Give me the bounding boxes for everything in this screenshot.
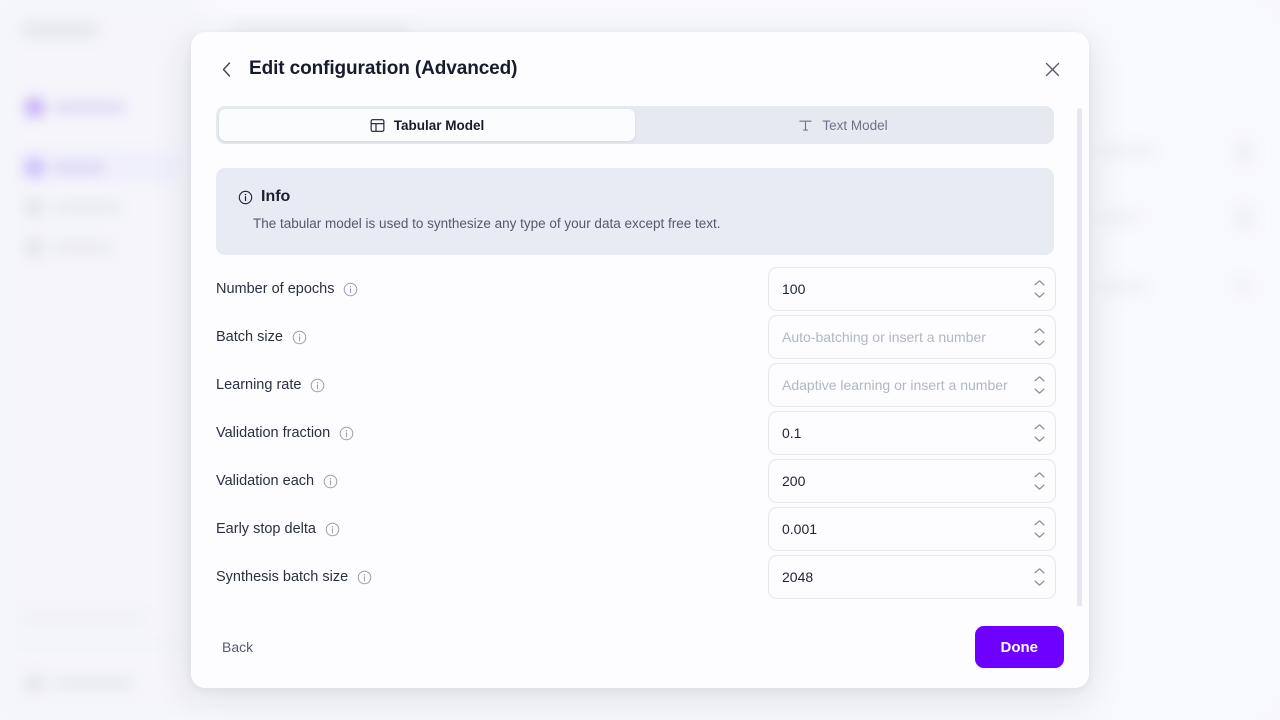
number-stepper [1034,472,1045,491]
stepper-down-icon[interactable] [1034,532,1045,539]
info-circle-icon[interactable] [357,570,372,585]
tab-tabular-model[interactable]: Tabular Model [219,109,635,141]
field-label: Number of epochs [216,281,335,297]
field-label-row: Validation each [216,473,768,489]
form-row-batch-size: Batch size [216,313,1064,361]
table-icon [370,118,385,133]
field-label: Validation each [216,473,315,489]
form-row-synthesis-batch-size: Synthesis batch size [216,553,1064,601]
info-circle-icon[interactable] [323,474,338,489]
synthesis-batch-size-input[interactable] [768,555,1056,599]
form-row-early-stop-delta: Early stop delta [216,505,1064,553]
info-banner: Info The tabular model is used to synthe… [216,168,1054,255]
text-type-icon [798,118,813,133]
field-label: Validation fraction [216,425,331,441]
number-stepper [1034,280,1045,299]
number-stepper [1034,376,1045,395]
info-circle-icon[interactable] [310,378,325,393]
field-wrapper [768,315,1056,359]
field-label: Early stop delta [216,521,316,537]
stepper-down-icon[interactable] [1034,484,1045,491]
chevron-left-icon[interactable] [215,54,237,84]
tab-label: Tabular Model [393,117,485,133]
info-banner-heading: Info [261,188,291,205]
field-wrapper [768,363,1056,407]
stepper-up-icon[interactable] [1034,472,1045,479]
field-label-row: Number of epochs [216,281,768,297]
modal-body: Tabular Model Text Model Info The tabula… [191,106,1089,606]
form-row-number-of-epochs: Number of epochs [216,265,1064,313]
form-row-validation-each: Validation each [216,457,1064,505]
stepper-up-icon[interactable] [1034,328,1045,335]
field-label-row: Early stop delta [216,521,768,537]
info-banner-text: The tabular model is used to synthesize … [253,216,721,231]
done-button[interactable]: Done [974,626,1064,668]
field-label: Batch size [216,329,283,345]
field-wrapper [768,411,1056,455]
modal-footer: Back Done [191,606,1089,688]
close-icon[interactable] [1039,56,1065,82]
modal-header: Edit configuration (Advanced) [191,32,1089,106]
field-label-row: Batch size [216,329,768,345]
number-stepper [1034,520,1045,539]
stepper-up-icon[interactable] [1034,376,1045,383]
early-stop-delta-input[interactable] [768,507,1056,551]
field-label: Learning rate [216,377,302,393]
learning-rate-input[interactable] [768,363,1056,407]
field-label-row: Learning rate [216,377,768,393]
info-banner-heading-row: Info [238,188,1032,206]
batch-size-input[interactable] [768,315,1056,359]
stepper-down-icon[interactable] [1034,340,1045,347]
number-of-epochs-input[interactable] [768,267,1056,311]
stepper-down-icon[interactable] [1034,388,1045,395]
field-wrapper [768,555,1056,599]
stepper-down-icon[interactable] [1034,292,1045,299]
field-wrapper [768,267,1056,311]
validation-each-input[interactable] [768,459,1056,503]
validation-fraction-input[interactable] [768,411,1056,455]
stepper-down-icon[interactable] [1034,436,1045,443]
info-circle-icon[interactable] [292,330,307,345]
info-circle-icon [238,190,253,205]
edit-configuration-modal: Edit configuration (Advanced) Tabular Mo… [191,32,1089,688]
stepper-up-icon[interactable] [1034,520,1045,527]
field-label: Synthesis batch size [216,569,349,585]
number-stepper [1034,424,1045,443]
field-label-row: Synthesis batch size [216,569,768,585]
number-stepper [1034,568,1045,587]
model-type-tabs: Tabular Model Text Model [216,106,1054,144]
field-wrapper [768,507,1056,551]
page-title: Edit configuration (Advanced) [249,58,518,79]
stepper-up-icon[interactable] [1034,424,1045,431]
stepper-up-icon[interactable] [1034,280,1045,287]
field-label-row: Validation fraction [216,425,768,441]
info-circle-icon[interactable] [339,426,354,441]
tab-label: Text Model [822,117,888,133]
stepper-down-icon[interactable] [1034,580,1045,587]
info-circle-icon[interactable] [343,282,358,297]
number-stepper [1034,328,1045,347]
scrollbar-thumb[interactable] [1077,108,1082,606]
advanced-config-form: Number of epochs 100 Batch size Auto-bat… [216,265,1064,601]
form-row-validation-fraction: Validation fraction [216,409,1064,457]
back-button[interactable]: Back [216,631,259,663]
info-circle-icon[interactable] [325,522,340,537]
stepper-up-icon[interactable] [1034,568,1045,575]
form-row-learning-rate: Learning rate [216,361,1064,409]
tab-text-model[interactable]: Text Model [635,109,1051,141]
field-wrapper [768,459,1056,503]
